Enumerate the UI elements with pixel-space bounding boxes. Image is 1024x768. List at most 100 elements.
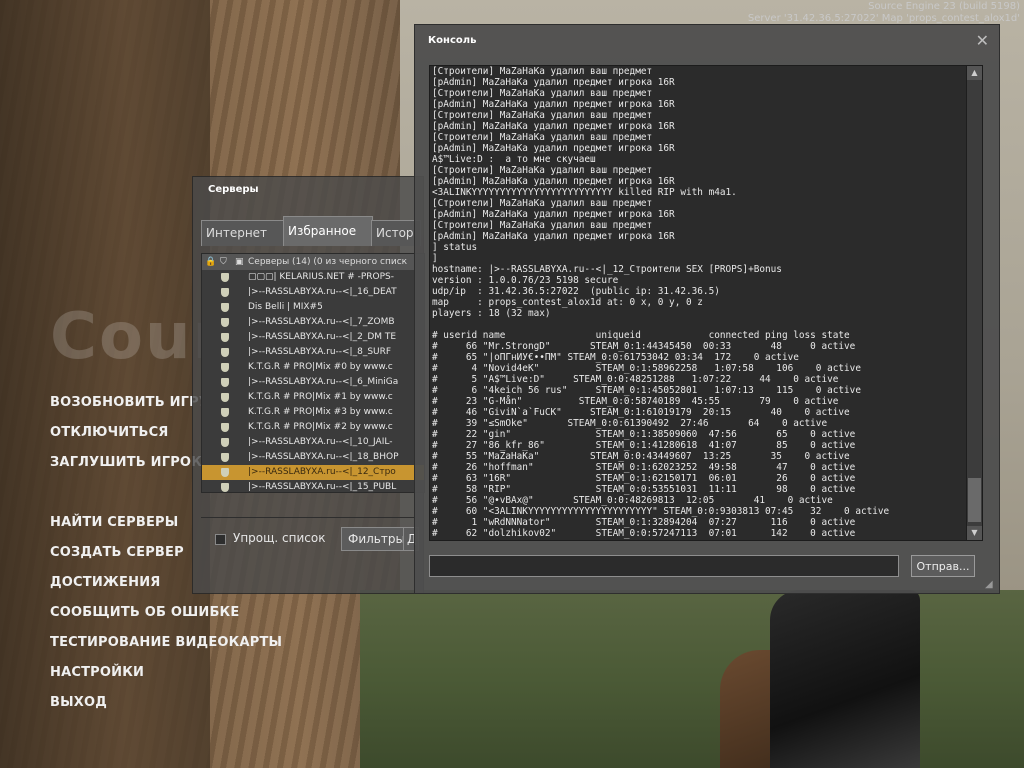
server-row[interactable]: |>--RASSLABYXA.ru--<|_6_MiniGa [202, 375, 424, 390]
console-line: # 1 "wRdNNNator" STEAM_0:1:32894204 07:2… [432, 517, 856, 528]
vac-shield-icon [221, 333, 229, 342]
console-line: <3ALINKYYYYYYYYYYYYYYYYYYYYYYYYY killed … [432, 187, 737, 198]
server-name: K.T.G.R # PRO|Mix #3 by www.c [248, 407, 393, 417]
console-line: # 63 "16R" STEAM_0:1:62150171 06:01 26 0… [432, 473, 856, 484]
menu-quit[interactable]: ВЫХОД [50, 695, 107, 710]
server-name: |>--RASSLABYXA.ru--<|_16_DEAT [248, 287, 397, 297]
vac-shield-icon [221, 468, 229, 477]
server-name: |>--RASSLABYXA.ru--<|_2_DM TE [248, 332, 397, 342]
vac-shield-icon [221, 453, 229, 462]
console-line: ] status [432, 242, 478, 253]
console-line: [pAdmin] MaZaHaKa удалил предмет игрока … [432, 176, 675, 187]
server-row[interactable]: |>--RASSLABYXA.ru--<|_10_JAIL- [202, 435, 424, 450]
console-line: # 27 "86_kfr_86" STEAM_0:1:41280618 41:0… [432, 440, 856, 451]
console-line: [Строители] MaZaHaKa удалил ваш предмет [432, 88, 653, 99]
console-line: # 5 "A$™Live:D" STEAM_0:0:48251288 1:07:… [432, 374, 839, 385]
console-line: [Строители] MaZaHaKa удалил ваш предмет [432, 66, 653, 77]
server-row[interactable]: Dis Belli | MIX#5 [202, 300, 424, 315]
menu-disconnect[interactable]: ОТКЛЮЧИТЬСЯ [50, 425, 169, 440]
pistol-viewmodel [770, 590, 920, 768]
wooden-pillar [0, 0, 210, 768]
divider [201, 517, 415, 518]
console-line: [Строители] MaZaHaKa удалил ваш предмет [432, 165, 653, 176]
scroll-down-icon[interactable]: ▼ [967, 526, 982, 540]
vac-shield-icon [221, 378, 229, 387]
server-browser-title: Серверы [208, 184, 259, 195]
vac-shield-icon [221, 423, 229, 432]
console-line: [pAdmin] MaZaHaKa удалил предмет игрока … [432, 231, 675, 242]
console-line: # 66 "Mr.StrongD" STEAM_0:1:44345450 00:… [432, 341, 856, 352]
server-browser-window: Серверы Интернет Избранное Истор 🔒 ⛉ ▣ С… [192, 176, 425, 594]
server-name: K.T.G.R # PRO|Mix #2 by www.c [248, 422, 393, 432]
console-command-input[interactable] [429, 555, 899, 577]
console-scrollbar[interactable]: ▲ ▼ [966, 66, 982, 540]
menu-mute-players[interactable]: ЗАГЛУШИТЬ ИГРОКО [50, 455, 213, 470]
server-name: |>--RASSLABYXA.ru--<|_15_PUBL [248, 482, 397, 492]
console-line: # 4 "Novid4eK" STEAM_0:1:58962258 1:07:5… [432, 363, 861, 374]
console-line: [Строители] MaZaHaKa удалил ваш предмет [432, 220, 653, 231]
console-line: # 58 "RIP" STEAM_0:0:53551031 11:11 98 0… [432, 484, 856, 495]
console-line: # 26 "hoffman" STEAM_0:1:62023252 49:58 … [432, 462, 856, 473]
console-line: map : props_contest_alox1d at: 0 x, 0 y,… [432, 297, 703, 308]
engine-info: Source Engine 23 (build 5198) Server '31… [748, 1, 1020, 25]
tab-internet[interactable]: Интернет [201, 220, 285, 246]
server-row[interactable]: |>--RASSLABYXA.ru--<|_12_Стро [202, 465, 424, 480]
console-log: [Строители] MaZaHaKa удалил ваш предмет[… [432, 66, 962, 539]
menu-create-server[interactable]: СОЗДАТЬ СЕРВЕР [50, 545, 184, 560]
server-row[interactable]: K.T.G.R # PRO|Mix #1 by www.c [202, 390, 424, 405]
menu-report-bug[interactable]: СООБЩИТЬ ОБ ОШИБКЕ [50, 605, 239, 620]
console-output[interactable]: [Строители] MaZaHaKa удалил ваш предмет[… [429, 65, 983, 541]
scroll-thumb[interactable] [968, 478, 981, 522]
console-line: # 56 "@•vBAx@" STEAM_0:0:48269813 12:05 … [432, 495, 833, 506]
console-line: # userid name uniqueid connected ping lo… [432, 330, 850, 341]
server-name: K.T.G.R # PRO|Mix #0 by www.c [248, 362, 393, 372]
server-row[interactable]: |>--RASSLABYXA.ru--<|_18_BHOP [202, 450, 424, 465]
submit-button[interactable]: Отправ... [911, 555, 975, 577]
console-line: udp/ip : 31.42.36.5:27022 (public ip: 31… [432, 286, 720, 297]
menu-find-servers[interactable]: НАЙТИ СЕРВЕРЫ [50, 515, 178, 530]
server-name: ▢▢▢| KELARIUS.NET # -PROPS- [248, 272, 395, 282]
vac-shield-icon [221, 318, 229, 327]
grass-floor [360, 590, 1024, 768]
filters-button[interactable]: Фильтры [341, 527, 412, 551]
server-row[interactable]: K.T.G.R # PRO|Mix #0 by www.c [202, 360, 424, 375]
server-row[interactable]: K.T.G.R # PRO|Mix #2 by www.c [202, 420, 424, 435]
engine-build: Source Engine 23 (build 5198) [868, 1, 1020, 12]
close-icon[interactable]: ✕ [976, 31, 989, 50]
vac-shield-icon [221, 393, 229, 402]
console-window: Консоль ✕ [Строители] MaZaHaKa удалил ва… [414, 24, 1000, 594]
vac-shield-icon [221, 483, 229, 492]
lock-icon: 🔒 [205, 257, 217, 267]
menu-options[interactable]: НАСТРОЙКИ [50, 665, 144, 680]
console-line: # 65 "|oПГнИУ€••ПМ" STEAM_0:0:61753042 0… [432, 352, 799, 363]
simple-list-checkbox[interactable] [215, 534, 226, 545]
vac-shield-icon: ⛉ [220, 257, 227, 267]
server-list[interactable]: 🔒 ⛉ ▣ Серверы (14) (0 из черного списк ▢… [201, 253, 425, 493]
server-row[interactable]: |>--RASSLABYXA.ru--<|_7_ZOMB [202, 315, 424, 330]
server-row[interactable]: ▢▢▢| KELARIUS.NET # -PROPS- [202, 270, 424, 285]
console-line: [pAdmin] MaZaHaKa удалил предмет игрока … [432, 77, 675, 88]
resize-grip-icon[interactable]: ◢ [985, 579, 997, 591]
server-name: K.T.G.R # PRO|Mix #1 by www.c [248, 392, 393, 402]
console-line: [pAdmin] MaZaHaKa удалил предмет игрока … [432, 209, 675, 220]
server-row[interactable]: K.T.G.R # PRO|Mix #3 by www.c [202, 405, 424, 420]
tab-favorites[interactable]: Избранное [283, 216, 373, 246]
menu-resume-game[interactable]: ВОЗОБНОВИТЬ ИГРУ [50, 395, 209, 410]
menu-video-stress-test[interactable]: ТЕСТИРОВАНИЕ ВИДЕОКАРТЫ [50, 635, 282, 650]
console-line: A$™Live:D : а то мне скучаеш [432, 154, 596, 165]
server-row[interactable]: |>--RASSLABYXA.ru--<|_8_SURF [202, 345, 424, 360]
scroll-up-icon[interactable]: ▲ [967, 66, 982, 80]
console-line: # 22 "gin" STEAM_0:1:38509060 47:56 65 0… [432, 429, 856, 440]
server-row[interactable]: |>--RASSLABYXA.ru--<|_16_DEAT [202, 285, 424, 300]
vac-shield-icon [221, 273, 229, 282]
server-row[interactable]: |>--RASSLABYXA.ru--<|_15_PUBL [202, 480, 424, 492]
replay-icon: ▣ [235, 257, 244, 267]
server-list-header[interactable]: 🔒 ⛉ ▣ Серверы (14) (0 из черного списк [202, 254, 424, 270]
menu-achievements[interactable]: ДОСТИЖЕНИЯ [50, 575, 160, 590]
vac-shield-icon [221, 348, 229, 357]
server-row[interactable]: |>--RASSLABYXA.ru--<|_2_DM TE [202, 330, 424, 345]
console-line: # 62 "dolzhikov02" STEAM_0:0:57247113 07… [432, 528, 856, 539]
server-name: Dis Belli | MIX#5 [248, 302, 323, 312]
console-line: [Строители] MaZaHaKa удалил ваш предмет [432, 110, 653, 121]
console-line: [pAdmin] MaZaHaKa удалил предмет игрока … [432, 143, 675, 154]
